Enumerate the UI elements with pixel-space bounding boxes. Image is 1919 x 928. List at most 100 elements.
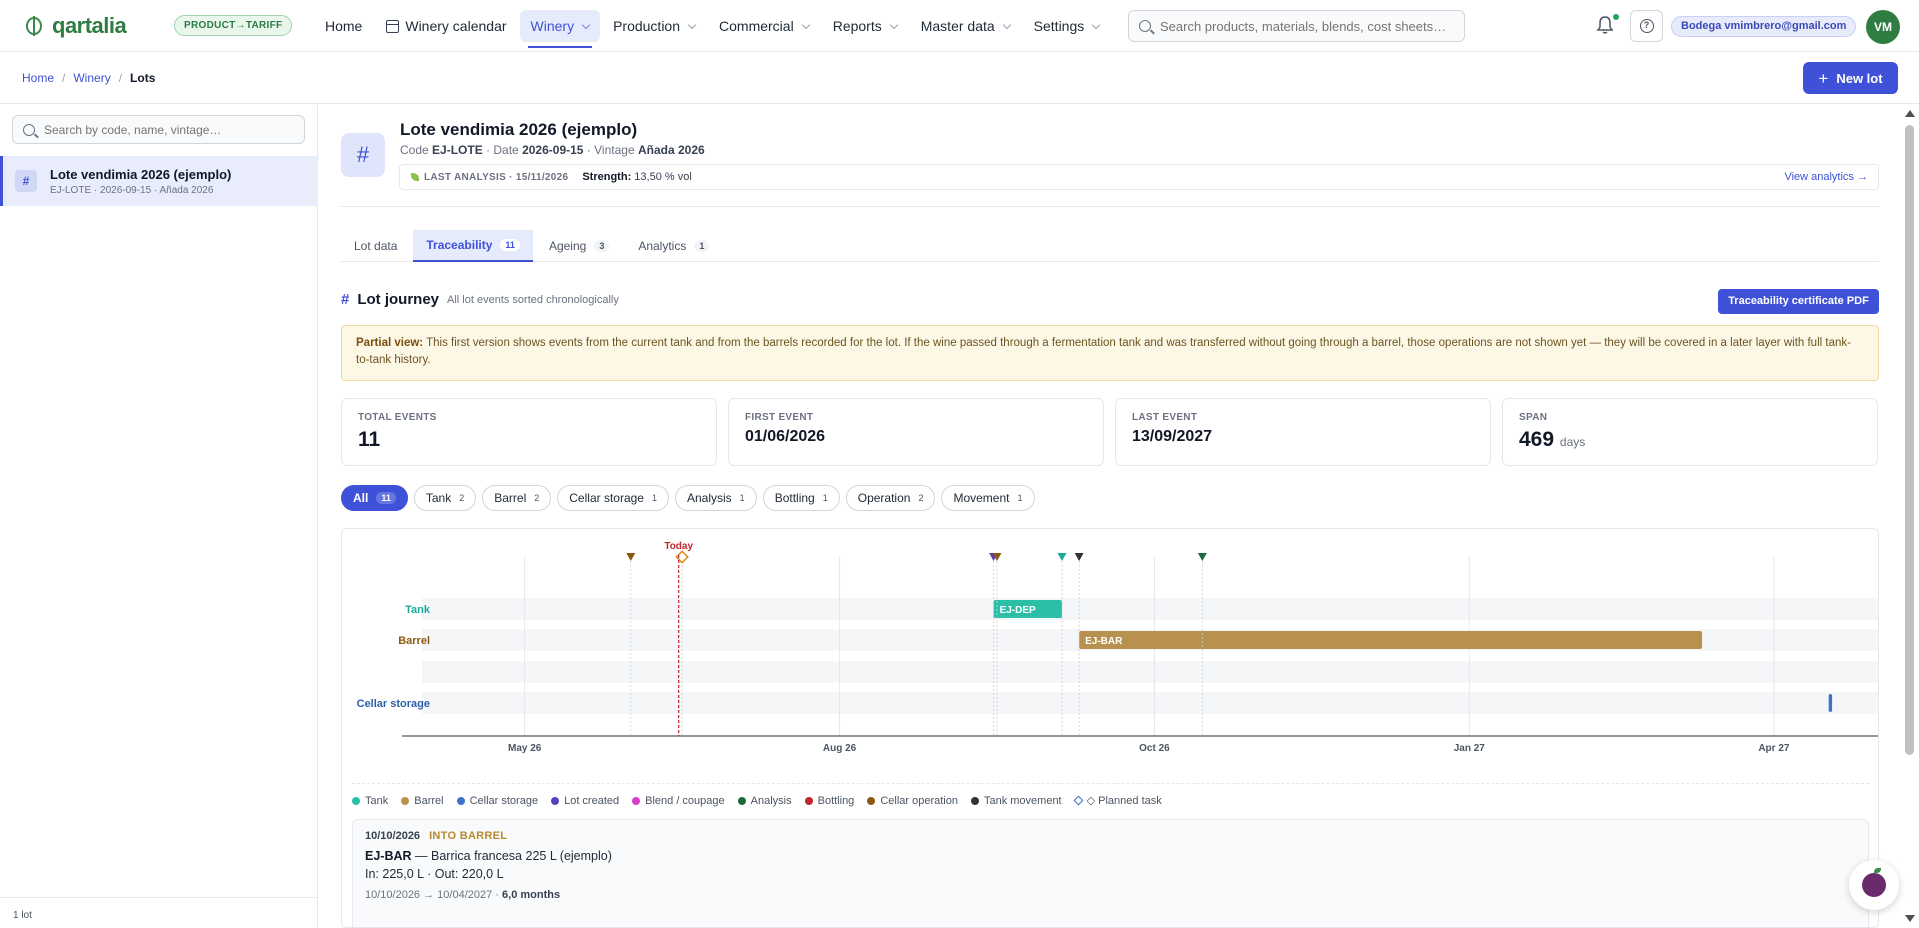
timeline-event-marker[interactable] [1197, 553, 1207, 561]
scroll-up-arrow-icon[interactable] [1905, 110, 1915, 117]
scrollbar-thumb[interactable] [1905, 125, 1914, 755]
nav-item-winery-calendar[interactable]: Winery calendar [375, 10, 517, 42]
legend-swatch [551, 796, 560, 805]
legend-swatch [456, 796, 465, 805]
timeline-tick-label: Aug 26 [823, 743, 857, 754]
nav-item-label: Master data [920, 18, 995, 34]
filter-chip-analysis[interactable]: Analysis 1 [674, 485, 757, 511]
filter-chip-bottling[interactable]: Bottling 1 [762, 485, 840, 511]
filter-chip-count: 2 [534, 493, 540, 503]
legend-item: Blend / coupage [632, 795, 725, 807]
tab-analytics[interactable]: Analytics 1 [625, 230, 722, 262]
bell-icon[interactable] [1596, 15, 1614, 35]
scroll-down-arrow-icon[interactable] [1905, 915, 1915, 922]
filter-chip-barrel[interactable]: Barrel 2 [482, 485, 552, 511]
timeline-event-marker[interactable] [1074, 553, 1084, 561]
strength: Strength: 13,50 % vol [582, 171, 691, 183]
code-label: Code [400, 143, 429, 157]
stat-label: LAST EVENT [1132, 412, 1198, 423]
date-label: Date [493, 143, 519, 157]
legend-label: Barrel [414, 794, 444, 807]
main-nav: Home Winery calendar Winery Production Comme… [314, 10, 1112, 48]
nav-item-settings[interactable]: Settings [1023, 10, 1111, 42]
lot-list-item[interactable]: # Lote vendimia 2026 (ejemplo) EJ-LOTE ·… [0, 156, 318, 206]
lot-code: EJ-LOTE [432, 143, 483, 157]
avatar[interactable]: VM [1866, 10, 1900, 44]
search-icon [23, 123, 35, 136]
brand-name: qartalia [52, 13, 127, 38]
stat-card: LAST EVENT 13/09/2027 [1115, 398, 1491, 466]
tab-ageing[interactable]: Ageing 3 [536, 230, 622, 262]
legend-label: Blend / coupage [645, 794, 725, 807]
timeline-bar[interactable] [1079, 631, 1703, 649]
stat-value: 01/06/2026 [745, 428, 826, 445]
nav-item-winery[interactable]: Winery [519, 10, 601, 48]
nav-item-master-data[interactable]: Master data [910, 10, 1021, 42]
filter-chip-tank[interactable]: Tank 2 [413, 485, 477, 511]
nav-item-commercial[interactable]: Commercial [708, 10, 820, 42]
timeline-event-marker[interactable] [626, 553, 636, 561]
stat-value: 469 [1519, 428, 1555, 451]
filter-chip-operation[interactable]: Operation 2 [845, 485, 936, 511]
legend-swatch [632, 796, 641, 805]
tab-lot-data[interactable]: Lot data [341, 230, 410, 262]
legend-swatch [804, 796, 813, 805]
stat-value: 11 [358, 428, 381, 451]
legend-item: Analysis [737, 795, 792, 807]
filter-chip-count: 1 [651, 493, 657, 503]
page-title: Lote vendimia 2026 (ejemplo) [400, 120, 638, 139]
view-analytics-link[interactable]: View analytics → [1784, 171, 1868, 183]
timeline-row-band [422, 598, 1878, 620]
lot-search[interactable] [12, 115, 305, 144]
help-button[interactable]: ? [1630, 10, 1663, 42]
lot-count: 1 lot [0, 897, 318, 928]
legend-label: Tank movement [983, 794, 1062, 807]
notice-title: Partial view: [356, 337, 424, 349]
nav-item-production[interactable]: Production [602, 10, 706, 42]
legend-item: Barrel [401, 794, 444, 807]
tab-label: Ageing [548, 239, 587, 253]
nav-item-label: Commercial [719, 18, 794, 34]
nav-item-label: Reports [832, 18, 882, 34]
new-lot-button[interactable]: + New lot [1803, 62, 1898, 94]
traceability-certificate-button[interactable]: Traceability certificate PDF [1718, 289, 1879, 314]
event-filters: All 11 Tank 2 Barrel 2 Cellar storage 1 Analysis… [341, 485, 1035, 511]
lot-meta: Code EJ-LOTE · Date 2026-09-15 · Vintage… [400, 143, 705, 157]
global-search-input[interactable] [1160, 18, 1450, 34]
brand-logo[interactable]: qartalia [26, 13, 127, 39]
breadcrumb-separator: / [118, 71, 123, 85]
hash-icon: # [341, 291, 350, 308]
breadcrumb-home[interactable]: Home [22, 71, 54, 85]
vintage-label: Vintage [594, 143, 635, 157]
lots-sidebar: # Lote vendimia 2026 (ejemplo) EJ-LOTE ·… [0, 105, 318, 928]
lot-journey-title: Lot journey [357, 291, 440, 308]
filter-chip-all[interactable]: All 11 [341, 485, 408, 511]
stat-card: TOTAL EVENTS 11 [341, 398, 717, 466]
timeline-event-marker[interactable] [1057, 553, 1067, 561]
timeline-bar[interactable] [1828, 694, 1833, 712]
filter-chip-cellar-storage[interactable]: Cellar storage 1 [557, 485, 669, 511]
chevron-down-icon [889, 20, 898, 29]
chevron-down-icon [801, 20, 810, 29]
leaf-icon [411, 173, 419, 181]
last-analysis-label: LAST ANALYSIS · 15/11/2026 [424, 171, 569, 183]
page-scrollbar[interactable] [1900, 105, 1919, 928]
assistant-button[interactable] [1849, 860, 1899, 910]
grape-icon [1862, 868, 1886, 897]
nav-item-reports[interactable]: Reports [822, 10, 908, 42]
tab-traceability[interactable]: Traceability 11 [413, 230, 533, 262]
calendar-icon [386, 19, 400, 33]
filter-chip-movement[interactable]: Movement 1 [941, 485, 1035, 511]
stat-unit: days [1559, 435, 1586, 449]
lot-search-input[interactable] [44, 122, 294, 137]
today-label: Today [664, 541, 693, 552]
legend-item: ◇ Planned task [1073, 794, 1162, 807]
global-search[interactable] [1128, 10, 1465, 42]
stat-card: SPAN 469 days [1502, 398, 1878, 466]
timeline-card: Tank Barrel Cellar storage May 26 Aug 26 Oct … [341, 528, 1879, 928]
legend-item: Lot created [551, 795, 619, 807]
nav-item-home[interactable]: Home [314, 10, 373, 42]
user-account-pill[interactable]: Bodega vmimbrero@gmail.com [1671, 16, 1857, 37]
breadcrumb-winery[interactable]: Winery [73, 71, 110, 85]
event-card[interactable]: 10/10/2026 INTO BARREL EJ-BAR — Barrica … [352, 819, 1869, 927]
